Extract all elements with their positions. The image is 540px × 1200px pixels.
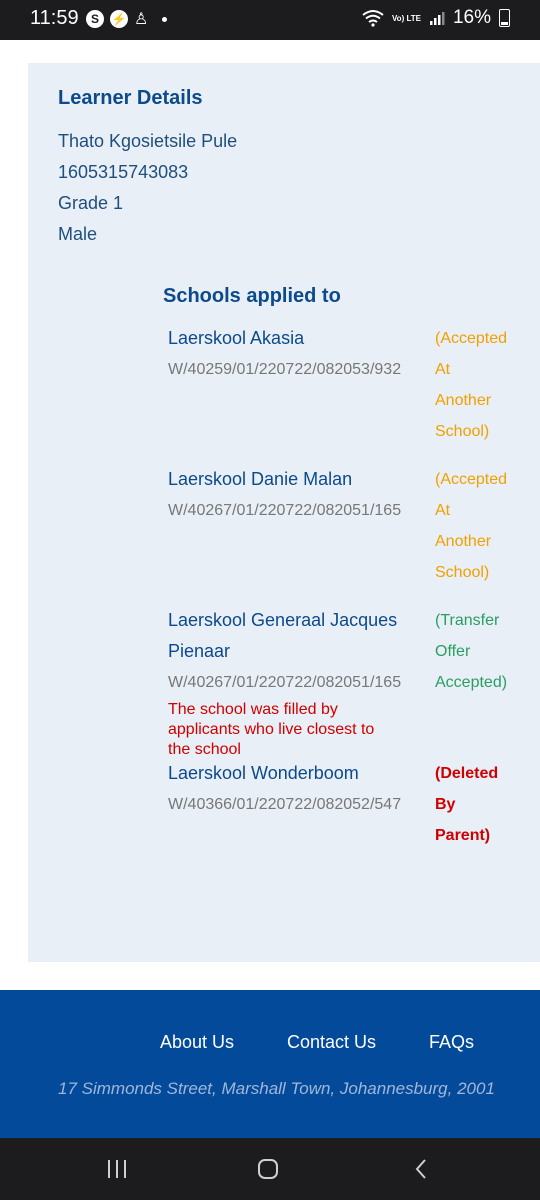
learner-card: Learner Details Thato Kgosietsile Pule 1…: [28, 63, 540, 962]
contact-us-link[interactable]: Contact Us: [287, 1032, 376, 1053]
footer-address: 17 Simmonds Street, Marshall Town, Johan…: [58, 1079, 495, 1098]
back-icon[interactable]: [408, 1156, 434, 1182]
faqs-link[interactable]: FAQs: [429, 1032, 474, 1053]
signal-icon: [429, 12, 445, 25]
status-left-icons: S ⚡ ♙: [86, 9, 168, 29]
status-time: 11:59: [30, 7, 79, 29]
status-right-icons: Vo) LTE 16%: [362, 7, 510, 29]
volte-indicator: Vo) LTE: [391, 13, 421, 23]
learner-gender: Male: [58, 224, 98, 244]
learner-id-number: 1605315743083: [58, 162, 189, 182]
learner-name: Thato Kgosietsile Pule: [58, 131, 238, 151]
site-footer: About Us Contact Us FAQs 17 Simmonds Str…: [0, 990, 540, 1138]
application-status: (Accepted At Another School): [435, 330, 508, 440]
battery-percent: 16%: [452, 7, 491, 28]
battery-icon: [499, 9, 510, 27]
wifi-icon: [362, 10, 384, 27]
status-bar: 11:59 S ⚡ ♙ Vo) LTE 16%: [0, 0, 540, 40]
rejection-note: The school was filled by applicants who …: [168, 701, 375, 758]
more-notifications-dot: [162, 16, 168, 22]
home-icon[interactable]: [255, 1156, 281, 1182]
flash-circle-icon: ⚡: [110, 10, 128, 28]
learner-details-title: Learner Details: [58, 87, 203, 109]
navigation-bar: [0, 1138, 540, 1200]
schools-applied-title: Schools applied to: [163, 285, 341, 307]
application-status: (Transfer Offer Accepted): [435, 612, 508, 691]
learner-grade: Grade 1: [58, 193, 124, 213]
about-us-link[interactable]: About Us: [160, 1032, 234, 1053]
application-status: (Deleted By Parent): [435, 765, 499, 844]
application-status: (Accepted At Another School): [435, 471, 508, 581]
s-circle-icon: S: [86, 10, 104, 28]
recent-apps-icon[interactable]: [104, 1156, 130, 1182]
notification-icon: ♙: [134, 11, 149, 28]
